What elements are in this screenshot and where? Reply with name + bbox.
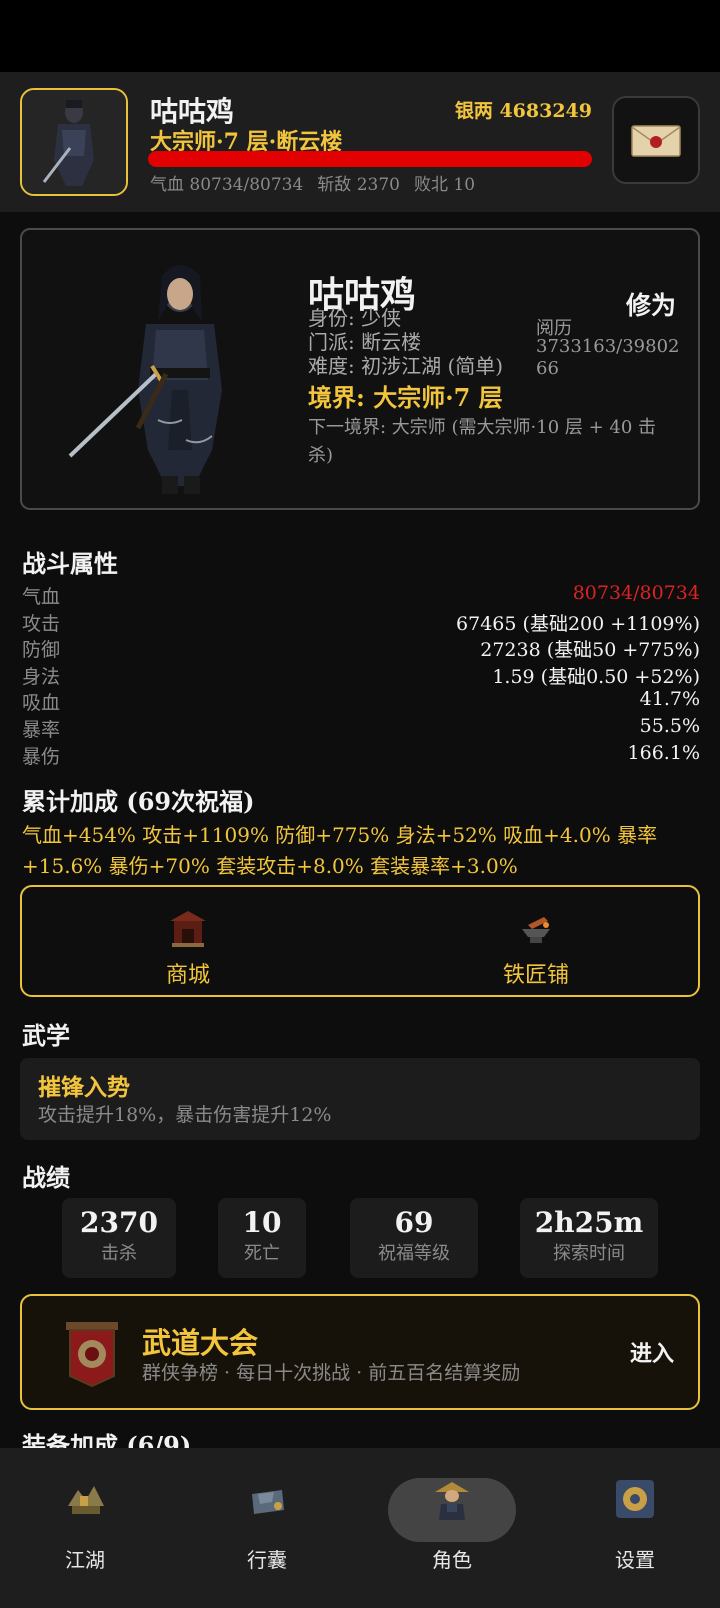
hp-bar — [148, 151, 592, 167]
header-stat-defeats: 败北 10 — [413, 175, 476, 195]
avatar[interactable] — [20, 88, 128, 196]
attr-value: 41.7% — [639, 688, 700, 711]
nav-label: 江湖 — [65, 1548, 105, 1572]
attr-value: 55.5% — [639, 714, 700, 737]
record-title: 战绩 — [22, 1163, 70, 1192]
record-label: 探索时间 — [553, 1243, 625, 1264]
record-value: 10 — [242, 1206, 282, 1239]
envelope-icon — [631, 125, 681, 157]
attr-value: 1.59 (基础0.50 +52%) — [492, 665, 700, 688]
nav-item-bag[interactable]: 行囊 — [202, 1476, 332, 1576]
attr-row-agility: 身法 1.59 (基础0.50 +52%) — [22, 662, 700, 689]
attr-value: 80734/80734 — [572, 582, 700, 604]
exp-value: 3733163/3980266 — [536, 336, 680, 379]
mail-button[interactable] — [612, 96, 700, 184]
shop-button[interactable]: 商城 — [128, 907, 248, 989]
pavilion-icon — [170, 911, 206, 947]
attr-row-lifesteal: 吸血 41.7% — [22, 688, 700, 715]
attr-value: 67465 (基础200 +1109%) — [456, 612, 700, 635]
bottom-nav: 江湖 行囊 角色 设置 — [0, 1448, 720, 1608]
skill-name: 摧锋入势 — [38, 1074, 130, 1101]
attr-row-attack: 攻击 67465 (基础200 +1109%) — [22, 609, 700, 636]
next-realm-text: 下一境界: 大宗师 (需大宗师·10 层 + 40 击杀) — [308, 417, 657, 466]
tournament-enter-button[interactable]: 进入 — [630, 1336, 674, 1368]
blacksmith-label: 铁匠铺 — [502, 963, 569, 988]
blacksmith-button[interactable]: 铁匠铺 — [476, 907, 596, 989]
record-explore-time: 2h25m 探索时间 — [520, 1198, 658, 1278]
tournament-subtitle: 群侠争榜 · 每日十次挑战 · 前五百名结算奖励 — [142, 1362, 521, 1384]
attr-label: 气血 — [22, 586, 61, 608]
nav-item-character[interactable]: 角色 — [387, 1476, 517, 1576]
attr-row-crit-rate: 暴率 55.5% — [22, 715, 700, 742]
identity-text: 身份: 少侠 — [308, 306, 402, 330]
jianghu-icon — [68, 1486, 104, 1514]
record-label: 祝福等级 — [378, 1243, 450, 1264]
shield-banner-icon — [66, 1322, 118, 1388]
header-stats: 气血 80734/80734 斩敌 2370 败北 10 — [150, 170, 489, 195]
martial-title: 武学 — [22, 1021, 70, 1050]
cultivation-button[interactable]: 修为 — [626, 286, 676, 322]
tournament-card[interactable]: 武道大会 群侠争榜 · 每日十次挑战 · 前五百名结算奖励 进入 — [20, 1294, 700, 1410]
nav-item-settings[interactable]: 设置 — [570, 1476, 700, 1576]
attr-label: 防御 — [22, 639, 61, 662]
attr-value: 27238 (基础50 +775%) — [480, 639, 700, 662]
nav-item-jianghu[interactable]: 江湖 — [20, 1476, 150, 1576]
hp-bar-fill — [148, 151, 592, 167]
card-info: 身份: 少侠 门派: 断云楼 难度: 初涉江湖 (简单) — [308, 306, 503, 378]
record-value: 2h25m — [534, 1206, 644, 1239]
character-portrait — [68, 265, 222, 494]
nav-label: 行囊 — [247, 1548, 287, 1572]
record-deaths: 10 死亡 — [218, 1198, 306, 1278]
status-bar — [0, 0, 720, 72]
anvil-icon — [522, 917, 550, 943]
bag-icon — [252, 1490, 284, 1514]
attr-label: 吸血 — [22, 692, 61, 715]
record-label: 击杀 — [101, 1243, 137, 1264]
record-blessing: 69 祝福等级 — [350, 1198, 478, 1278]
attr-label: 攻击 — [22, 612, 61, 635]
difficulty-text: 难度: 初涉江湖 (简单) — [308, 354, 504, 378]
attr-label: 身法 — [22, 665, 61, 688]
shop-label: 商城 — [165, 963, 210, 988]
character-icon — [435, 1482, 469, 1520]
attr-label: 暴率 — [22, 718, 61, 741]
combat-attribute-list: 气血 80734/80734 攻击 67465 (基础200 +1109%) 防… — [22, 582, 700, 768]
record-value: 2370 — [80, 1206, 158, 1239]
tournament-title: 武道大会 — [142, 1326, 259, 1360]
nav-label: 角色 — [432, 1548, 472, 1572]
skill-card[interactable]: 摧锋入势 攻击提升18%，暴击伤害提升12% — [20, 1058, 700, 1140]
shop-panel: 商城 铁匠铺 — [20, 885, 700, 997]
attr-row-crit-damage: 暴伤 166.1% — [22, 742, 700, 769]
record-value: 69 — [394, 1206, 434, 1239]
attr-row-defense: 防御 27238 (基础50 +775%) — [22, 635, 700, 662]
sect-text: 门派: 断云楼 — [308, 330, 422, 354]
record-label: 死亡 — [244, 1243, 280, 1264]
skill-description: 攻击提升18%，暴击伤害提升12% — [38, 1104, 332, 1126]
header-stat-hp: 气血 80734/80734 — [150, 175, 304, 195]
bonus-title: 累计加成 (69次祝福) — [22, 787, 255, 816]
silver-amount: 银两 4683249 — [454, 100, 592, 122]
header: 咕咕鸡 银两 4683249 大宗师·7 层·断云楼 气血 80734/8073… — [0, 72, 720, 212]
record-kills: 2370 击杀 — [62, 1198, 176, 1278]
combat-title: 战斗属性 — [22, 549, 118, 578]
attr-row-hp: 气血 80734/80734 — [22, 582, 700, 609]
attr-label: 暴伤 — [22, 745, 61, 768]
header-stat-kills: 斩敌 2370 — [317, 175, 400, 195]
nav-label: 设置 — [615, 1548, 655, 1572]
character-card: 咕咕鸡 修为 身份: 少侠 门派: 断云楼 难度: 初涉江湖 (简单) 阅历 3… — [20, 228, 700, 510]
settings-icon — [616, 1480, 654, 1518]
bonus-text: 气血+454% 攻击+1109% 防御+775% 身法+52% 吸血+4.0% … — [22, 823, 658, 878]
card-realm: 境界: 大宗师·7 层 — [308, 383, 503, 412]
attr-value: 166.1% — [627, 741, 700, 764]
